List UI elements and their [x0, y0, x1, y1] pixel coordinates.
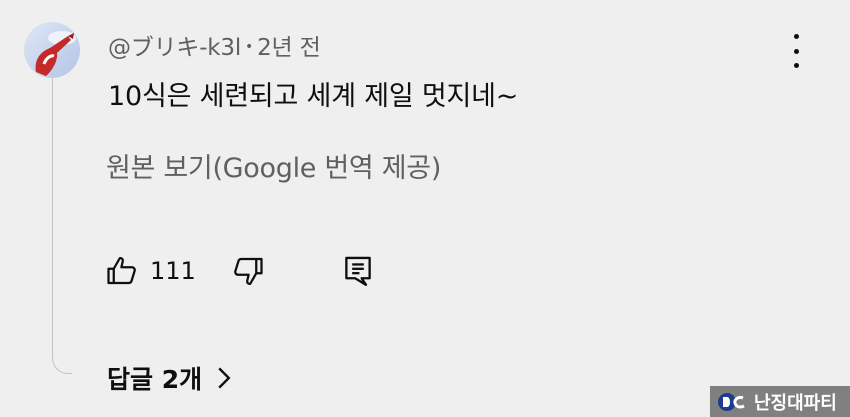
vertical-ellipsis-icon [793, 34, 799, 39]
watermark: 난징대파티 [710, 386, 850, 417]
view-replies-button[interactable]: 답글 2개 [107, 360, 234, 396]
reply-button[interactable] [342, 253, 374, 293]
thumbs-down-icon [234, 257, 263, 285]
avatar[interactable] [24, 22, 80, 78]
dc-logo-icon [718, 392, 745, 411]
comment-text: 10식은 세련되고 세계 제일 멋지네~ [108, 81, 519, 112]
like-count: 111 [150, 257, 196, 285]
meta-separator: • [245, 39, 254, 55]
dislike-button[interactable] [230, 253, 266, 293]
timestamp: 2년 전 [257, 35, 321, 61]
watermark-text: 난징대파티 [754, 392, 837, 414]
author-name[interactable]: @ブリキ-k3l [108, 35, 241, 61]
chevron-right-icon [218, 367, 231, 389]
more-options-button[interactable] [785, 34, 807, 68]
comment-icon [345, 256, 371, 286]
comment-meta: @ブリキ-k3l • 2년 전 [108, 28, 321, 62]
thumbs-up-icon [107, 257, 136, 285]
like-button[interactable]: 111 [104, 252, 196, 290]
view-original-link[interactable]: 원본 보기(Google 번역 제공) [106, 146, 441, 185]
comment-screen: @ブリキ-k3l • 2년 전 10식은 세련되고 세계 제일 멋지네~ 원본 보기… [0, 0, 850, 417]
reply-thread-line [52, 74, 72, 374]
replies-count-label: 답글 2개 [107, 365, 203, 394]
avatar-image [24, 22, 80, 78]
